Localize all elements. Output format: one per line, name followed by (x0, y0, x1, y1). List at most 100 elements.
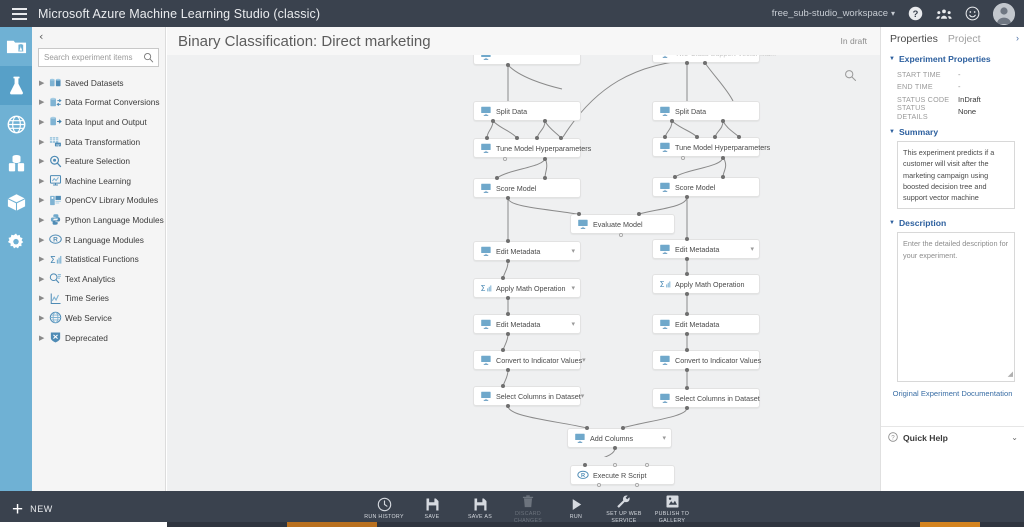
chevron-down-icon[interactable]: ▾ (750, 245, 754, 253)
tree-item-data-transformation[interactable]: ▶ xy Data Transformation (32, 132, 165, 152)
node-port[interactable] (506, 63, 510, 67)
summary-textbox[interactable]: This experiment predicts if a customer w… (897, 141, 1015, 210)
quick-help-section[interactable]: ? Quick Help ⌄ (881, 426, 1024, 448)
graph-node[interactable]: Σ Apply Math Operation ▾ (473, 278, 581, 298)
node-port[interactable] (695, 135, 699, 139)
workspace-selector[interactable]: free_sub-studio_workspace ▾ (772, 8, 895, 19)
properties-horizontal-scrollbar[interactable] (880, 522, 1024, 527)
node-port[interactable] (503, 157, 507, 161)
node-port[interactable] (515, 136, 519, 140)
tree-item-saved-datasets[interactable]: ▶ Saved Datasets (32, 73, 165, 93)
node-port[interactable] (673, 175, 677, 179)
node-port[interactable] (506, 404, 510, 408)
expand-panel-icon[interactable]: › (1016, 33, 1019, 43)
graph-node[interactable]: Edit Metadata ▾ (652, 239, 760, 259)
feedback-icon[interactable] (965, 6, 980, 21)
node-port[interactable] (685, 272, 689, 276)
collapse-panel-button[interactable]: ‹ (32, 27, 165, 45)
canvas-horizontal-scrollbar[interactable] (167, 522, 880, 527)
tree-item-deprecated[interactable]: ▶ Deprecated (32, 328, 165, 348)
node-port[interactable] (635, 483, 639, 487)
node-port[interactable] (621, 426, 625, 430)
tree-item-text-analytics[interactable]: ▶ Text Analytics (32, 269, 165, 289)
node-port[interactable] (645, 463, 649, 467)
node-port[interactable] (685, 368, 689, 372)
chevron-down-icon[interactable]: ▾ (581, 392, 585, 400)
tree-item-web-service[interactable]: ▶ Web Service (32, 308, 165, 328)
chevron-down-icon[interactable]: ▾ (582, 356, 586, 364)
node-port[interactable] (685, 406, 689, 410)
node-port[interactable] (685, 292, 689, 296)
node-port[interactable] (506, 196, 510, 200)
tree-item-opencv-library-modules[interactable]: ▶ OpenCV Library Modules (32, 191, 165, 211)
node-port[interactable] (543, 176, 547, 180)
help-icon[interactable]: ? (908, 6, 923, 21)
node-port[interactable] (501, 384, 505, 388)
node-port[interactable] (737, 135, 741, 139)
node-port[interactable] (685, 348, 689, 352)
node-port[interactable] (685, 332, 689, 336)
graph-node[interactable]: Edit Metadata ▾ (473, 241, 581, 261)
tree-item-machine-learning[interactable]: ▶ Machine Learning (32, 171, 165, 191)
tree-item-feature-selection[interactable]: ▶ Feature Selection (32, 151, 165, 171)
graph-node[interactable]: Edit Metadata (652, 314, 760, 334)
search-icon[interactable] (143, 50, 154, 68)
node-port[interactable] (506, 368, 510, 372)
graph-node[interactable]: Score Model (652, 177, 760, 197)
tree-item-python-language-modules[interactable]: ▶ Python Language Modules (32, 210, 165, 230)
node-port[interactable] (583, 463, 587, 467)
node-port[interactable] (721, 175, 725, 179)
node-port[interactable] (721, 156, 725, 160)
resize-handle[interactable]: ◢ (1008, 370, 1013, 381)
tree-item-time-series[interactable]: ▶ Time Series (32, 289, 165, 309)
node-port[interactable] (506, 259, 510, 263)
graph-node[interactable]: Tune Model Hyperparameters (473, 138, 591, 158)
node-port[interactable] (506, 312, 510, 316)
tree-item-statistical-functions[interactable]: ▶ Σ Statistical Functions (32, 249, 165, 269)
rail-item-web-services[interactable] (0, 105, 32, 144)
node-port[interactable] (713, 135, 717, 139)
tab-project[interactable]: Project (948, 33, 981, 45)
graph-node[interactable]: Add Columns ▾ (567, 428, 672, 448)
graph-node[interactable]: Select Columns in Dataset (652, 388, 760, 408)
node-port[interactable] (721, 119, 725, 123)
node-port[interactable] (637, 212, 641, 216)
node-port[interactable] (685, 312, 689, 316)
experiment-canvas[interactable]: Two-Class Support Vector Ma... Split Dat… (167, 27, 880, 491)
rail-item-projects[interactable] (0, 27, 32, 66)
rail-item-experiments[interactable] (0, 66, 32, 105)
search-input[interactable] (38, 48, 159, 67)
node-port[interactable] (485, 136, 489, 140)
chevron-down-icon[interactable]: ▾ (571, 284, 575, 292)
node-port[interactable] (501, 348, 505, 352)
graph-node[interactable]: Convert to Indicator Values ▾ (473, 350, 586, 370)
tree-item-r-language-modules[interactable]: ▶ R R Language Modules (32, 230, 165, 250)
node-port[interactable] (506, 296, 510, 300)
chevron-down-icon[interactable]: ▾ (662, 434, 666, 442)
node-port[interactable] (685, 195, 689, 199)
node-port[interactable] (501, 276, 505, 280)
section-description[interactable]: ▼ Description (889, 218, 1024, 228)
graph-node[interactable]: Split Data (652, 101, 760, 121)
node-port[interactable] (670, 119, 674, 123)
graph-node[interactable]: Edit Metadata ▾ (473, 314, 581, 334)
node-port[interactable] (619, 233, 623, 237)
chevron-down-icon[interactable]: ⌄ (1011, 433, 1018, 442)
graph-node[interactable]: Select Columns in Dataset ▾ (473, 386, 584, 406)
graph-node[interactable]: Convert to Indicator Values (652, 350, 761, 370)
node-port[interactable] (703, 61, 707, 65)
graph-node[interactable]: R Execute R Script (570, 465, 675, 485)
canvas-search-icon[interactable] (844, 69, 857, 87)
tree-item-data-format-conversions[interactable]: ▶ Data Format Conversions (32, 93, 165, 113)
tree-item-data-input-and-output[interactable]: ▶ Data Input and Output (32, 112, 165, 132)
node-port[interactable] (685, 386, 689, 390)
node-port[interactable] (506, 239, 510, 243)
section-experiment-properties[interactable]: ▼ Experiment Properties (889, 54, 1024, 64)
node-port[interactable] (613, 446, 617, 450)
node-port[interactable] (506, 332, 510, 336)
node-port[interactable] (685, 237, 689, 241)
chevron-down-icon[interactable]: ▾ (571, 247, 575, 255)
node-port[interactable] (613, 463, 617, 467)
chevron-down-icon[interactable]: ▾ (571, 320, 575, 328)
graph-node[interactable]: Split Data (473, 101, 581, 121)
